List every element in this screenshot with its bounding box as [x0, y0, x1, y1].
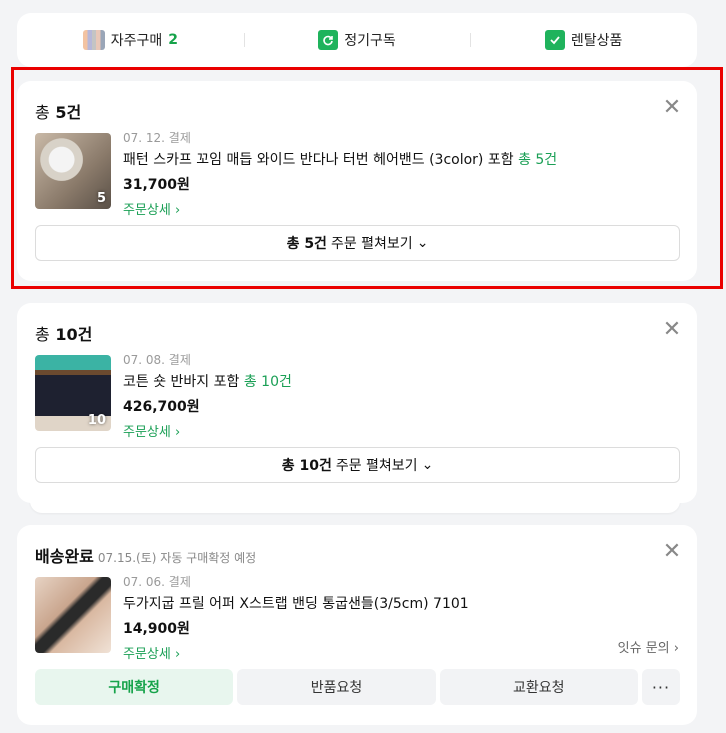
- auto-confirm-note: 07.15.(토) 자동 구매확정 예정: [97, 551, 257, 565]
- tab-frequent-purchase-count: 2: [168, 32, 178, 48]
- order-detail-link[interactable]: 주문상세 ›: [123, 421, 292, 440]
- tab-subscription[interactable]: 정기구독: [243, 30, 471, 50]
- order-price: 426,700원: [123, 399, 200, 415]
- return-request-button[interactable]: 반품요청: [237, 669, 436, 705]
- product-thumbnail[interactable]: [35, 577, 111, 653]
- rental-icon: [544, 30, 565, 50]
- delivery-status: 배송완료 07.15.(토) 자동 구매확정 예정: [35, 547, 257, 566]
- order-info: 07. 08. 결제 코튼 숏 반바지 포함 총 10건 426,700원 주문…: [123, 351, 292, 440]
- order-price: 14,900원: [123, 621, 190, 637]
- frequent-purchase-icon: [82, 30, 105, 50]
- close-icon[interactable]: ✕: [662, 541, 682, 563]
- tab-rental[interactable]: 렌탈상품: [470, 30, 697, 50]
- product-name[interactable]: 코튼 숏 반바지 포함 총 10건: [123, 371, 292, 391]
- subscription-icon: [318, 30, 339, 50]
- purchase-type-tabs: 자주구매 2 정기구독 렌탈상품: [17, 13, 697, 67]
- tab-rental-label: 렌탈상품: [570, 33, 623, 49]
- highlight-box: [11, 67, 723, 289]
- tab-frequent-purchase[interactable]: 자주구매 2: [17, 30, 244, 50]
- payment-date: 07. 08. 결제: [123, 353, 191, 367]
- product-thumbnail[interactable]: 10: [35, 355, 111, 431]
- close-icon[interactable]: ✕: [662, 319, 682, 341]
- chevron-down-icon: ⌄: [421, 457, 434, 473]
- item-count-badge: 10: [87, 413, 106, 428]
- order-actions: 구매확정 반품요청 교환요청 ···: [35, 669, 680, 705]
- order-info: 07. 06. 결제 두가지굽 프릴 어퍼 X스트랩 밴딩 통굽샌들(3/5cm…: [123, 573, 469, 662]
- confirm-purchase-button[interactable]: 구매확정: [35, 669, 234, 705]
- issue-inquiry-link[interactable]: 잇슈 문의 ›: [618, 637, 679, 656]
- order-group-card: 총 10건 ✕ 10 07. 08. 결제 코튼 숏 반바지 포함 총 10건 …: [17, 303, 697, 503]
- payment-date: 07. 06. 결제: [123, 575, 191, 589]
- more-options-button[interactable]: ···: [641, 669, 680, 705]
- order-count-summary: 총 10건: [35, 325, 93, 344]
- order-detail-link[interactable]: 주문상세 ›: [123, 643, 469, 662]
- exchange-request-button[interactable]: 교환요청: [439, 669, 638, 705]
- delivered-order-card: 배송완료 07.15.(토) 자동 구매확정 예정 ✕ 07. 06. 결제 두가…: [17, 525, 697, 725]
- product-name[interactable]: 두가지굽 프릴 어퍼 X스트랩 밴딩 통굽샌들(3/5cm) 7101: [123, 593, 469, 613]
- tab-frequent-purchase-label: 자주구매: [110, 33, 163, 49]
- tab-subscription-label: 정기구독: [344, 33, 396, 49]
- expand-orders-button[interactable]: 총 10건 주문 펼쳐보기 ⌄: [35, 447, 680, 483]
